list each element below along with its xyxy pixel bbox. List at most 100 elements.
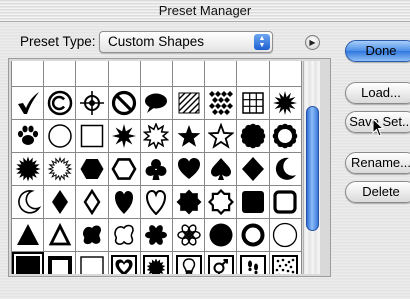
- shape-swatch[interactable]: [44, 120, 77, 153]
- shape-swatch[interactable]: [44, 61, 77, 87]
- shape-swatch[interactable]: [12, 153, 45, 186]
- shape-swatch[interactable]: [12, 252, 45, 274]
- vertical-scrollbar[interactable]: [303, 61, 320, 274]
- partial-icon: [79, 61, 105, 83]
- shape-swatch[interactable]: [172, 153, 206, 186]
- square-frame-icon: [47, 256, 72, 274]
- shape-swatch[interactable]: [76, 153, 109, 186]
- shape-swatch[interactable]: [237, 219, 270, 252]
- done-button[interactable]: Done: [345, 40, 410, 62]
- shape-swatch[interactable]: [269, 186, 302, 219]
- shape-swatch[interactable]: [269, 120, 302, 153]
- shape-swatch[interactable]: [44, 219, 77, 252]
- triangle-outline-icon: [48, 222, 72, 246]
- partial-icon: [111, 61, 137, 83]
- shape-swatch[interactable]: [140, 252, 173, 274]
- paw-print-icon: [17, 125, 38, 145]
- crescent-icon: [276, 157, 297, 180]
- shape-swatch[interactable]: [172, 120, 206, 153]
- shape-swatch[interactable]: [205, 219, 238, 252]
- shape-swatch[interactable]: [172, 219, 206, 252]
- mouse-pointer-icon: [372, 118, 385, 137]
- shape-swatch[interactable]: [269, 61, 302, 87]
- partial-icon: [143, 61, 169, 83]
- bulb-frame-icon: [175, 255, 202, 274]
- copyright-icon: [47, 90, 73, 116]
- shape-swatch[interactable]: [140, 219, 173, 252]
- shape-swatch[interactable]: [172, 186, 206, 219]
- shape-swatch[interactable]: [108, 219, 141, 252]
- shape-swatch[interactable]: [12, 186, 45, 219]
- starburst-16-icon: [15, 156, 41, 182]
- shape-swatch[interactable]: [12, 61, 45, 87]
- shape-swatch[interactable]: [237, 186, 270, 219]
- shape-swatch[interactable]: [237, 120, 270, 153]
- scrollbar-thumb[interactable]: [306, 106, 319, 231]
- shape-swatch[interactable]: [76, 252, 109, 274]
- shape-swatch[interactable]: [76, 120, 109, 153]
- shape-swatch[interactable]: [108, 186, 141, 219]
- rounded-square-icon: [241, 191, 264, 213]
- shape-swatch[interactable]: [108, 252, 141, 274]
- shape-swatch[interactable]: [205, 186, 238, 219]
- shape-swatch[interactable]: [237, 153, 270, 186]
- preset-type-select[interactable]: Custom Shapes ▲ ▼: [99, 31, 273, 53]
- scalloped-circle-icon: [240, 123, 266, 149]
- panel-menu-button[interactable]: ▶: [305, 35, 320, 50]
- ring-icon: [241, 223, 265, 247]
- shape-swatch[interactable]: [44, 87, 77, 120]
- shape-swatch[interactable]: [205, 120, 238, 153]
- shape-swatch[interactable]: [108, 61, 141, 87]
- partial-icon: [47, 61, 73, 83]
- shape-swatch[interactable]: [108, 120, 141, 153]
- blob-icon: [82, 225, 101, 245]
- shape-swatch[interactable]: [108, 87, 141, 120]
- shape-swatch[interactable]: [76, 61, 109, 87]
- shape-swatch[interactable]: [172, 61, 206, 87]
- star-5-outline-icon: [207, 123, 234, 149]
- heart-icon: [177, 158, 200, 179]
- rename-button[interactable]: Rename...: [345, 152, 410, 174]
- shape-swatch[interactable]: [44, 252, 77, 274]
- shape-swatch[interactable]: [12, 120, 45, 153]
- shape-swatch[interactable]: [172, 87, 206, 120]
- shape-swatch[interactable]: [44, 153, 77, 186]
- shape-swatch[interactable]: [140, 61, 173, 87]
- circle-thin-icon: [272, 222, 298, 248]
- diamond-icon: [241, 157, 264, 181]
- shape-swatch[interactable]: [205, 153, 238, 186]
- shape-swatch[interactable]: [269, 153, 302, 186]
- shape-swatch[interactable]: [237, 87, 270, 120]
- partial-icon: [272, 61, 298, 83]
- footprints-frame-icon: [239, 255, 266, 274]
- shape-swatch[interactable]: [12, 219, 45, 252]
- shape-swatch[interactable]: [140, 87, 173, 120]
- octagon-star-icon: [176, 189, 202, 215]
- shape-swatch[interactable]: [140, 153, 173, 186]
- shape-swatch[interactable]: [237, 252, 270, 274]
- rounded-square-outline-icon: [273, 190, 297, 214]
- shape-swatch[interactable]: [140, 186, 173, 219]
- load-button[interactable]: Load...: [345, 82, 410, 104]
- shape-grid: [11, 61, 302, 274]
- shape-swatch[interactable]: [205, 87, 238, 120]
- shape-swatch[interactable]: [76, 186, 109, 219]
- shape-swatch[interactable]: [140, 120, 173, 153]
- shape-swatch[interactable]: [269, 87, 302, 120]
- delete-button[interactable]: Delete: [345, 181, 410, 203]
- flower-outline-icon: [176, 224, 201, 246]
- shape-swatch[interactable]: [205, 252, 238, 274]
- shape-swatch[interactable]: [205, 61, 238, 87]
- square-outline-icon: [80, 124, 104, 148]
- blob-outline-icon: [114, 224, 134, 245]
- shape-swatch[interactable]: [172, 252, 206, 274]
- shape-swatch[interactable]: [12, 87, 45, 120]
- shape-swatch[interactable]: [269, 252, 302, 274]
- shape-swatch[interactable]: [108, 153, 141, 186]
- shape-swatch[interactable]: [237, 61, 270, 87]
- shape-swatch[interactable]: [76, 219, 109, 252]
- seal-frame-icon: [143, 255, 170, 274]
- shape-swatch[interactable]: [76, 87, 109, 120]
- shape-swatch[interactable]: [269, 219, 302, 252]
- shape-swatch[interactable]: [44, 186, 77, 219]
